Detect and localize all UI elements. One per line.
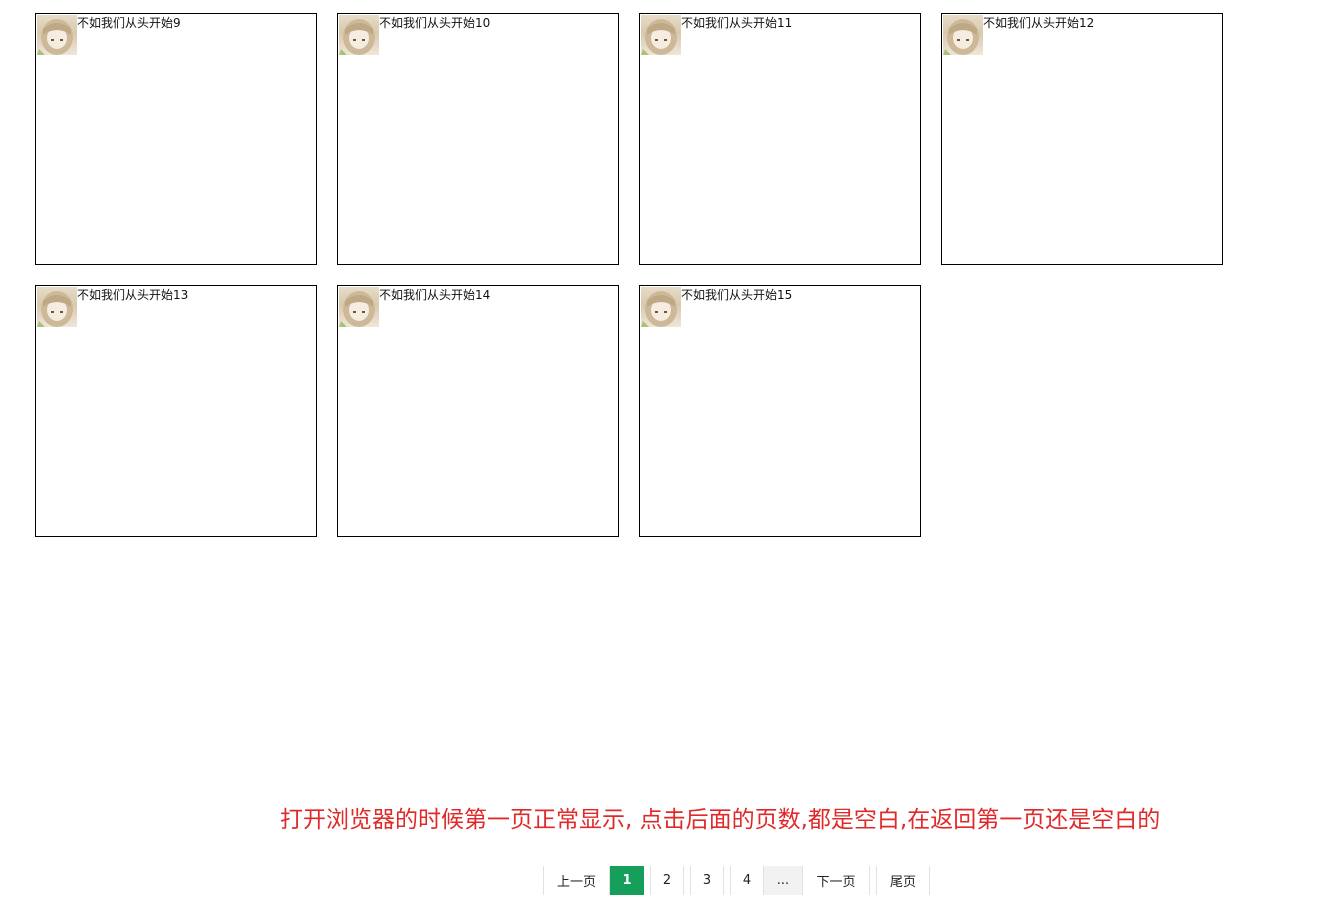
notice-text: 打开浏览器的时候第一页正常显示, 点击后面的页数,都是空白,在返回第一页还是空白…: [280, 807, 1161, 833]
card-title[interactable]: 不如我们从头开始10: [379, 16, 490, 30]
card[interactable]: 不如我们从头开始15: [639, 285, 921, 537]
card[interactable]: 不如我们从头开始10: [337, 13, 619, 265]
girl-avatar-icon: [339, 15, 379, 55]
page-button-1[interactable]: 1: [610, 866, 644, 895]
card[interactable]: 不如我们从头开始11: [639, 13, 921, 265]
card-title[interactable]: 不如我们从头开始11: [681, 16, 792, 30]
page-button-2[interactable]: 2: [650, 866, 684, 895]
card-title[interactable]: 不如我们从头开始12: [983, 16, 1094, 30]
last-page-button[interactable]: 尾页: [876, 866, 930, 895]
page-button-3[interactable]: 3: [690, 866, 724, 895]
page: 不如我们从头开始9 不如我们从头开始10 不如我们从头开始11 不如我们从头开始…: [0, 0, 1334, 910]
card-title[interactable]: 不如我们从头开始9: [77, 16, 181, 30]
prev-page-button[interactable]: 上一页: [543, 866, 610, 895]
girl-avatar-icon: [37, 15, 77, 55]
card-title[interactable]: 不如我们从头开始13: [77, 288, 188, 302]
girl-avatar-icon: [37, 287, 77, 327]
card[interactable]: 不如我们从头开始14: [337, 285, 619, 537]
pagination: 上一页 1 2 3 4 ... 下一页 尾页: [543, 866, 936, 895]
page-button-4[interactable]: 4: [730, 866, 764, 895]
girl-avatar-icon: [339, 287, 379, 327]
card[interactable]: 不如我们从头开始12: [941, 13, 1223, 265]
card[interactable]: 不如我们从头开始13: [35, 285, 317, 537]
girl-avatar-icon: [641, 287, 681, 327]
card-title[interactable]: 不如我们从头开始15: [681, 288, 792, 302]
pagination-ellipsis: ...: [764, 866, 802, 895]
card[interactable]: 不如我们从头开始9: [35, 13, 317, 265]
next-page-button[interactable]: 下一页: [802, 866, 870, 895]
girl-avatar-icon: [641, 15, 681, 55]
card-title[interactable]: 不如我们从头开始14: [379, 288, 490, 302]
girl-avatar-icon: [943, 15, 983, 55]
